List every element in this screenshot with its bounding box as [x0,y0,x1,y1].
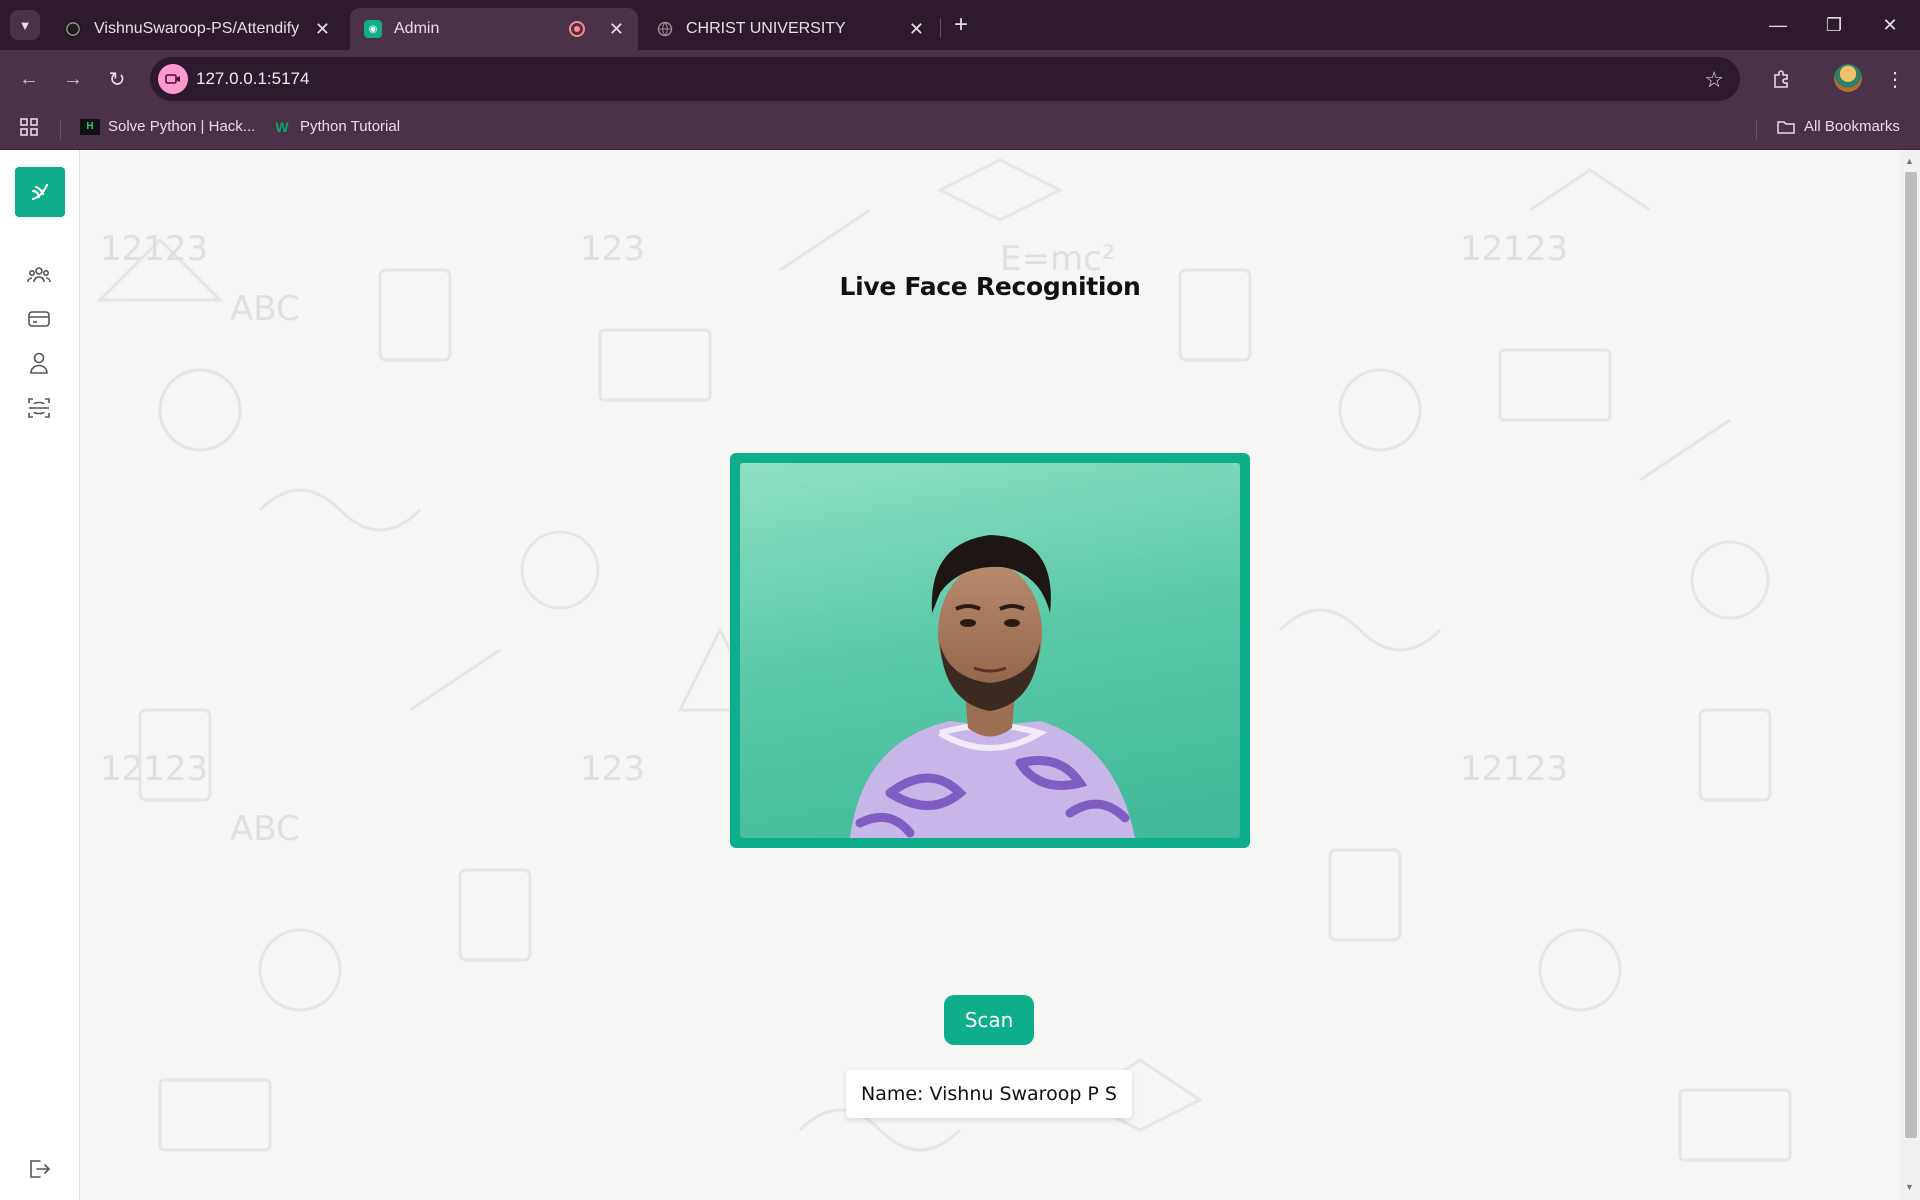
sidebar [0,150,80,1200]
minimize-icon: — [1769,14,1787,35]
restore-button[interactable]: ❐ [1814,10,1854,40]
browser-toolbar: ← → ↻ 127.0.0.1:5174 ☆ ⋮ [0,50,1920,108]
tab-title: Admin [394,20,440,37]
bookmark-label: Python Tutorial [300,118,401,135]
arrow-left-icon: ← [19,67,39,90]
svg-text:12123: 12123 [1460,229,1568,269]
page-title: Live Face Recognition [839,272,1141,301]
globe-icon [656,20,674,38]
reload-button[interactable]: ↻ [102,64,132,94]
bookmark-hackerrank[interactable]: H Solve Python | Hack... [80,118,255,135]
tab-christ-university[interactable]: CHRIST UNIVERSITY ✕ [642,8,938,50]
address-bar[interactable]: 127.0.0.1:5174 ☆ [150,57,1740,101]
tab-admin[interactable]: ◉ Admin ✕ [350,8,638,50]
arrow-right-icon: → [63,67,83,90]
webcam-feed [740,463,1240,838]
chevron-down-icon: ▼ [18,17,32,33]
minimize-button[interactable]: — [1758,10,1798,40]
result-label: Name: [861,1083,924,1105]
plus-icon: + [953,11,968,38]
bookmark-separator [1756,120,1757,140]
bookmark-python-tutorial[interactable]: W Python Tutorial [272,118,400,135]
w3schools-icon: W [275,118,289,135]
close-icon: ✕ [1882,14,1898,35]
folder-icon [1776,119,1796,135]
reload-icon: ↻ [108,68,126,91]
bookmarks-bar: H Solve Python | Hack... W Python Tutori… [0,108,1920,150]
tab-separator [940,18,941,38]
close-icon[interactable]: ✕ [609,19,624,40]
result-name: Vishnu Swaroop P S [929,1083,1117,1105]
svg-text:12123: 12123 [1460,749,1568,789]
window-close-button[interactable]: ✕ [1870,10,1910,40]
tab-search-button[interactable]: ▼ [10,10,40,40]
url-text[interactable]: 127.0.0.1:5174 [196,69,309,89]
github-icon [64,20,82,38]
svg-text:123: 123 [580,749,645,789]
svg-text:123: 123 [580,229,645,269]
tab-strip: ▼ VishnuSwaroop-PS/Attendify ✕ ◉ Admin ✕… [0,0,1920,50]
camera-in-use-icon[interactable] [158,64,188,94]
recognition-result: Name: Vishnu Swaroop P S [846,1070,1132,1118]
tab-github[interactable]: VishnuSwaroop-PS/Attendify ✕ [50,8,344,50]
restore-icon: ❐ [1825,14,1843,35]
page-viewport: 1212312312123 1212312312123 ABCE=mc²ABCE… [0,150,1920,1200]
back-button[interactable]: ← [14,64,44,94]
id-card-icon[interactable] [26,306,52,332]
svg-text:12123: 12123 [100,229,208,269]
forward-button[interactable]: → [58,64,88,94]
recording-icon [568,21,585,37]
new-tab-button[interactable]: + [948,11,974,38]
page-scrollbar[interactable]: ▲ ▼ [1900,150,1920,1200]
svg-text:ABC: ABC [230,289,300,329]
face-scan-icon[interactable] [26,395,52,421]
bookmark-star-icon[interactable]: ☆ [1704,67,1724,93]
svg-text:12123: 12123 [100,749,208,789]
scroll-down-icon[interactable]: ▼ [1905,1182,1914,1192]
svg-text:ABC: ABC [230,809,300,849]
close-icon[interactable]: ✕ [909,19,924,40]
hackerrank-icon: H [80,118,100,135]
person-silhouette [850,535,1135,838]
user-icon[interactable] [26,350,52,376]
app-logo-icon[interactable] [15,167,65,217]
profile-avatar[interactable] [1834,64,1862,92]
all-bookmarks-button[interactable]: All Bookmarks [1776,118,1900,135]
scan-button[interactable]: Scan [944,995,1034,1045]
logout-icon[interactable] [26,1156,52,1182]
tab-title: VishnuSwaroop-PS/Attendify [94,20,300,37]
camera-frame [730,453,1250,848]
scroll-thumb[interactable] [1905,172,1917,1138]
extensions-icon[interactable] [1766,64,1796,94]
users-group-icon[interactable] [26,262,52,288]
app-favicon-icon: ◉ [364,20,382,38]
scroll-up-icon[interactable]: ▲ [1905,156,1914,166]
all-bookmarks-label: All Bookmarks [1804,118,1900,135]
tab-title: CHRIST UNIVERSITY [686,20,846,37]
close-icon[interactable]: ✕ [315,19,330,40]
bookmark-label: Solve Python | Hack... [108,118,256,135]
apps-grid-icon[interactable] [20,118,38,136]
bookmark-separator [60,120,61,140]
menu-kebab-icon[interactable]: ⋮ [1880,64,1910,94]
